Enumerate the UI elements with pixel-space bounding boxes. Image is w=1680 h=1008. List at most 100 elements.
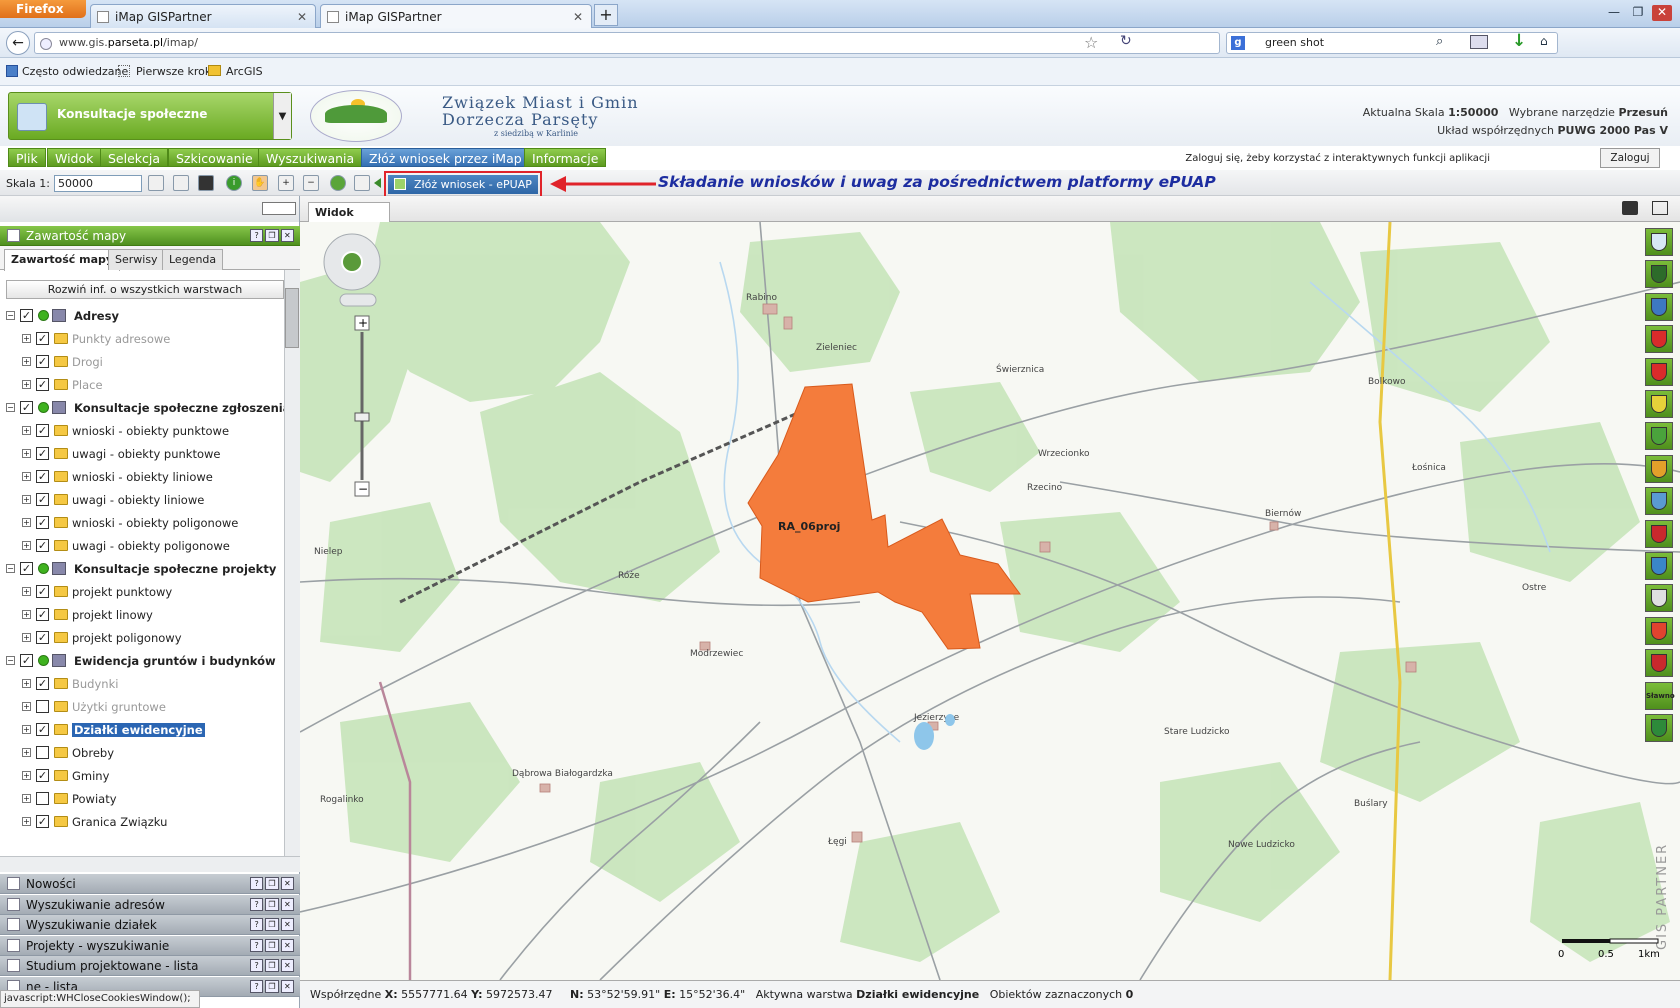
layer-item[interactable]: + ✓ uwagi - obiekty liniowe <box>0 490 284 512</box>
expand-icon[interactable]: + <box>22 633 31 642</box>
panel-layout-icon[interactable] <box>262 202 296 215</box>
expand-icon[interactable]: + <box>22 449 31 458</box>
layer-item[interactable]: + Powiaty <box>0 789 284 811</box>
layer-checkbox[interactable]: ✓ <box>36 493 49 506</box>
expand-icon[interactable]: + <box>22 426 31 435</box>
tab-services[interactable]: Serwisy <box>108 249 165 270</box>
panel-controls[interactable]: ? ❐ ✕ <box>250 979 294 993</box>
layer-checkbox[interactable]: ✓ <box>20 309 33 322</box>
coat-of-arms-icon[interactable] <box>1645 714 1673 742</box>
layer-checkbox[interactable]: ✓ <box>36 608 49 621</box>
layer-checkbox[interactable]: ✓ <box>20 562 33 575</box>
close-tab-icon[interactable]: ✕ <box>297 10 307 24</box>
layer-item[interactable]: + Użytki gruntowe <box>0 697 284 719</box>
collapse-icon[interactable]: − <box>6 656 15 665</box>
layer-checkbox[interactable]: ✓ <box>36 355 49 368</box>
panel-controls[interactable]: ? ❐ ✕ <box>250 918 294 931</box>
panel-controls[interactable]: ? ❐ ✕ <box>250 938 294 952</box>
home-icon[interactable]: ⌂ <box>1540 34 1548 48</box>
map-content-header[interactable]: Zawartość mapy ? ❐ ✕ <box>0 226 300 246</box>
menu-sketching[interactable]: Szkicowanie <box>168 148 261 167</box>
close-window-icon[interactable]: ✕ <box>1652 5 1672 21</box>
zoom-out-icon[interactable]: − <box>303 175 319 191</box>
collapsed-panel[interactable]: Projekty - wyszukiwanie? ❐ ✕ <box>0 935 300 956</box>
coat-of-arms-icon[interactable] <box>1645 649 1673 678</box>
menu-selection[interactable]: Selekcja <box>100 148 169 167</box>
layer-item[interactable]: + ✓ uwagi - obiekty poligonowe <box>0 536 284 558</box>
module-selector[interactable]: Konsultacje społeczne ▼ <box>8 92 292 140</box>
chevron-down-icon[interactable]: ▼ <box>273 93 291 139</box>
google-search-engine-icon[interactable]: g <box>1231 36 1245 50</box>
layer-group[interactable]: − ✓ Konsultacje społeczne projekty <box>0 559 284 581</box>
layer-item[interactable]: + ✓ uwagi - obiekty punktowe <box>0 444 284 466</box>
coat-of-arms-icon[interactable] <box>1645 325 1673 354</box>
coat-of-arms-icon[interactable] <box>1645 519 1673 548</box>
zoom-in-icon[interactable]: + <box>278 175 294 191</box>
layer-checkbox[interactable]: ✓ <box>36 769 49 782</box>
layer-checkbox[interactable]: ✓ <box>36 585 49 598</box>
comment-icon[interactable] <box>1622 201 1638 215</box>
layer-checkbox[interactable]: ✓ <box>36 631 49 644</box>
layer-item[interactable]: + ✓ projekt poligonowy <box>0 628 284 650</box>
collapse-icon[interactable]: − <box>6 564 15 573</box>
coat-of-arms-icon[interactable] <box>1645 487 1673 516</box>
layer-checkbox[interactable]: ✓ <box>36 677 49 690</box>
restore-icon[interactable]: ❐ <box>1628 5 1648 21</box>
layer-checkbox[interactable] <box>36 700 49 713</box>
expand-icon[interactable]: + <box>22 794 31 803</box>
menu-searches[interactable]: Wyszukiwania <box>258 148 363 167</box>
coat-of-arms-icon[interactable] <box>1645 260 1673 289</box>
menu-view[interactable]: Widok <box>47 148 102 167</box>
coat-of-arms-icon[interactable] <box>1645 390 1673 418</box>
bookmark-star-icon[interactable]: ☆ <box>1084 33 1098 52</box>
url-bar[interactable]: www.gis.parseta.pl/imap/ <box>34 32 1220 54</box>
layer-item[interactable]: + ✓ Gminy <box>0 766 284 788</box>
coat-of-arms-icon[interactable] <box>1645 292 1673 321</box>
zoom-window-icon[interactable] <box>354 175 370 191</box>
map-canvas[interactable]: RA_06proj Rabino Zieleniec Świerznica Wr… <box>300 222 1680 980</box>
download-arrow-icon[interactable]: ↓ <box>1512 31 1526 51</box>
layer-checkbox[interactable]: ✓ <box>36 470 49 483</box>
coat-of-arms-icon[interactable] <box>1645 422 1673 451</box>
layer-checkbox[interactable]: ✓ <box>36 723 49 736</box>
layer-checkbox[interactable]: ✓ <box>36 516 49 529</box>
menu-submit-request[interactable]: Złóż wniosek przez iMap <box>361 148 530 167</box>
expand-icon[interactable]: + <box>22 679 31 688</box>
collapsed-panel[interactable]: Nowości? ❐ ✕ <box>0 874 300 894</box>
panel-controls[interactable]: ? ❐ ✕ <box>250 229 294 242</box>
layer-item[interactable]: + ✓ projekt punktowy <box>0 582 284 604</box>
expand-icon[interactable]: + <box>22 702 31 711</box>
layer-item[interactable]: + ✓ Budynki <box>0 674 284 696</box>
expand-icon[interactable]: + <box>22 587 31 596</box>
layer-item[interactable]: + Obreby <box>0 743 284 765</box>
expand-icon[interactable]: + <box>22 771 31 780</box>
expand-icon[interactable]: + <box>22 472 31 481</box>
layer-item[interactable]: + ✓ Drogi <box>0 352 284 374</box>
tab-map-content[interactable]: Zawartość mapy <box>4 249 121 271</box>
collapsed-panel[interactable]: Wyszukiwanie działek? ❐ ✕ <box>0 915 300 935</box>
search-input[interactable]: green shot <box>1226 32 1558 54</box>
epuap-submit-button[interactable]: Złóż wniosek - ePUAP <box>388 175 538 194</box>
layer-checkbox[interactable]: ✓ <box>36 815 49 828</box>
expand-icon[interactable]: + <box>22 725 31 734</box>
scale-preset-icon[interactable] <box>198 175 214 191</box>
layer-group[interactable]: − ✓ Adresy <box>0 306 284 328</box>
scale-preset-icon[interactable] <box>173 175 189 191</box>
layer-item[interactable]: + ✓ Działki ewidencyjne <box>0 720 284 742</box>
expand-icon[interactable]: + <box>22 518 31 527</box>
layer-checkbox[interactable]: ✓ <box>20 401 33 414</box>
menu-file[interactable]: Plik <box>8 148 46 167</box>
collapsed-panel[interactable]: Wyszukiwanie adresów? ❐ ✕ <box>0 894 300 915</box>
layer-checkbox[interactable]: ✓ <box>36 424 49 437</box>
tab-map-view[interactable]: Widok mapy <box>308 202 390 232</box>
expand-all-layers-button[interactable]: Rozwiń inf. o wszystkich warstwach <box>6 280 284 299</box>
full-extent-icon[interactable] <box>330 175 346 191</box>
expand-icon[interactable]: + <box>22 748 31 757</box>
scale-preset-icon[interactable] <box>148 175 164 191</box>
collapse-icon[interactable]: − <box>6 403 15 412</box>
layer-tree-hscrollbar[interactable] <box>0 856 300 872</box>
search-map-icon[interactable] <box>1652 201 1668 215</box>
back-arrow-icon[interactable]: ← <box>6 31 30 55</box>
browser-tab-active[interactable]: iMap GISPartner ✕ <box>320 4 592 28</box>
layer-item[interactable]: + ✓ Punkty adresowe <box>0 329 284 351</box>
